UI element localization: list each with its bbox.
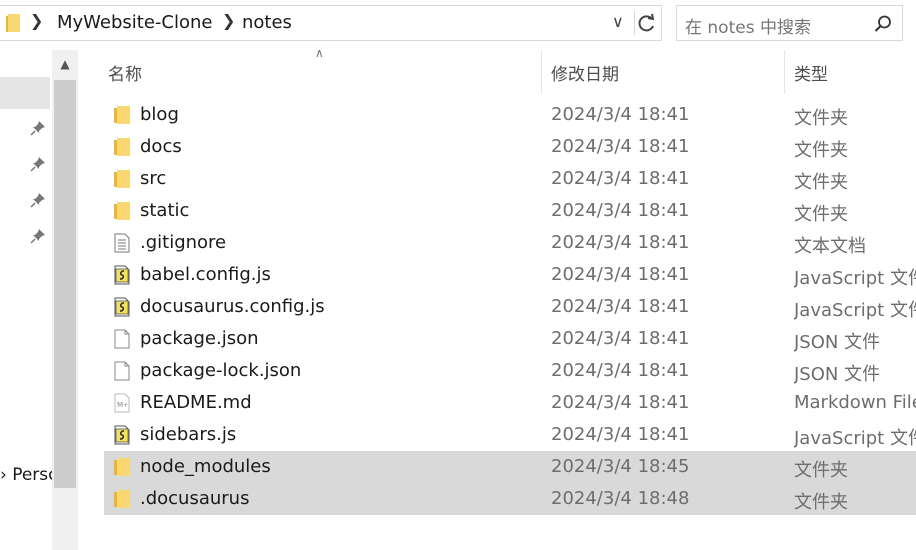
file-date-modified: 2024/3/4 18:41 bbox=[551, 328, 690, 349]
file-type: JavaScript 文件 bbox=[794, 268, 916, 289]
file-name[interactable]: sidebars.js bbox=[140, 424, 236, 445]
column-divider[interactable] bbox=[784, 50, 785, 94]
file-type: Markdown File bbox=[794, 392, 916, 413]
breadcrumb-item-notes[interactable]: notes bbox=[242, 12, 292, 33]
file-type: 文件夹 bbox=[794, 460, 848, 481]
file-name[interactable]: blog bbox=[140, 104, 179, 125]
nav-scrollbar[interactable]: ▲ bbox=[52, 50, 78, 550]
file-type: 文件夹 bbox=[794, 492, 848, 513]
nav-item-label: Persc bbox=[12, 465, 58, 485]
file-type: JavaScript 文件 bbox=[794, 428, 916, 449]
pin-icon[interactable] bbox=[30, 120, 46, 136]
file-row[interactable]: M + README.md 2024/3/4 18:41 Markdown File bbox=[104, 387, 916, 419]
file-row[interactable]: package-lock.json 2024/3/4 18:41 JSON 文件 bbox=[104, 355, 916, 387]
file-date-modified: 2024/3/4 18:41 bbox=[551, 168, 690, 189]
search-icon[interactable] bbox=[874, 15, 892, 33]
column-header-name[interactable]: 名称 bbox=[108, 60, 142, 85]
file-date-modified: 2024/3/4 18:41 bbox=[551, 232, 690, 253]
file-row[interactable]: docs 2024/3/4 18:41 文件夹 bbox=[104, 131, 916, 163]
file-date-modified: 2024/3/4 18:41 bbox=[551, 136, 690, 157]
svg-text:+: + bbox=[123, 402, 128, 409]
file-name[interactable]: .docusaurus bbox=[140, 488, 249, 509]
js-file-icon bbox=[112, 297, 132, 317]
file-row[interactable]: static 2024/3/4 18:41 文件夹 bbox=[104, 195, 916, 227]
nav-item-selected[interactable] bbox=[0, 77, 50, 109]
refresh-icon[interactable] bbox=[634, 11, 659, 35]
file-row[interactable]: node_modules 2024/3/4 18:45 文件夹 bbox=[104, 451, 916, 483]
column-header-row: ∧ 名称 修改日期 类型 bbox=[80, 46, 916, 94]
pin-icon[interactable] bbox=[30, 192, 46, 208]
file-type: 文件夹 bbox=[794, 140, 848, 161]
folder-icon bbox=[112, 105, 132, 125]
js-file-icon bbox=[112, 265, 132, 285]
file-date-modified: 2024/3/4 18:41 bbox=[551, 200, 690, 221]
column-header-type[interactable]: 类型 bbox=[794, 60, 828, 85]
file-name[interactable]: src bbox=[140, 168, 166, 189]
file-type: JSON 文件 bbox=[794, 364, 881, 385]
js-file-icon bbox=[112, 425, 132, 445]
file-date-modified: 2024/3/4 18:41 bbox=[551, 360, 690, 381]
file-type: JavaScript 文件 bbox=[794, 300, 916, 321]
file-type: JSON 文件 bbox=[794, 332, 881, 353]
file-date-modified: 2024/3/4 18:41 bbox=[551, 424, 690, 445]
blank-file-icon bbox=[112, 329, 132, 349]
file-date-modified: 2024/3/4 18:41 bbox=[551, 296, 690, 317]
column-header-date[interactable]: 修改日期 bbox=[551, 60, 619, 85]
breadcrumb-chevron-icon[interactable]: ❯ bbox=[30, 11, 43, 30]
breadcrumb-chevron-icon[interactable]: ❯ bbox=[222, 11, 235, 30]
file-date-modified: 2024/3/4 18:45 bbox=[551, 456, 690, 477]
file-date-modified: 2024/3/4 18:48 bbox=[551, 488, 690, 509]
file-date-modified: 2024/3/4 18:41 bbox=[551, 392, 690, 413]
file-list: blog 2024/3/4 18:41 文件夹 docs 2024/3/4 18:41 文… bbox=[104, 99, 916, 515]
text-file-icon bbox=[112, 233, 132, 253]
file-type: 文件夹 bbox=[794, 108, 848, 129]
file-type: 文件夹 bbox=[794, 204, 848, 225]
folder-icon bbox=[112, 201, 132, 221]
folder-icon bbox=[112, 457, 132, 477]
file-row[interactable]: sidebars.js 2024/3/4 18:41 JavaScript 文件 bbox=[104, 419, 916, 451]
file-name[interactable]: docs bbox=[140, 136, 182, 157]
file-name[interactable]: README.md bbox=[140, 392, 252, 413]
pin-icon[interactable] bbox=[30, 156, 46, 172]
file-row[interactable]: package.json 2024/3/4 18:41 JSON 文件 bbox=[104, 323, 916, 355]
file-row[interactable]: .docusaurus 2024/3/4 18:48 文件夹 bbox=[104, 483, 916, 515]
file-name[interactable]: node_modules bbox=[140, 456, 271, 477]
file-date-modified: 2024/3/4 18:41 bbox=[551, 264, 690, 285]
file-row[interactable]: .gitignore 2024/3/4 18:41 文本文档 bbox=[104, 227, 916, 259]
file-name[interactable]: babel.config.js bbox=[140, 264, 271, 285]
file-name[interactable]: static bbox=[140, 200, 189, 221]
breadcrumb-item-mywebsite-clone[interactable]: MyWebsite-Clone bbox=[57, 12, 213, 33]
file-name[interactable]: package.json bbox=[140, 328, 259, 349]
file-row[interactable]: src 2024/3/4 18:41 文件夹 bbox=[104, 163, 916, 195]
address-bar[interactable]: ❯ MyWebsite-Clone ❯ notes ∨ bbox=[0, 5, 662, 41]
folder-icon bbox=[112, 137, 132, 157]
file-name[interactable]: .gitignore bbox=[140, 232, 226, 253]
pin-icon[interactable] bbox=[30, 228, 46, 244]
sort-ascending-icon: ∧ bbox=[315, 46, 324, 60]
folder-icon bbox=[6, 14, 20, 32]
file-date-modified: 2024/3/4 18:41 bbox=[551, 104, 690, 125]
file-row[interactable]: docusaurus.config.js 2024/3/4 18:41 JavaSc… bbox=[104, 291, 916, 323]
file-row[interactable]: babel.config.js 2024/3/4 18:41 JavaScript … bbox=[104, 259, 916, 291]
blank-file-icon bbox=[112, 361, 132, 381]
navigation-pane: › Persc bbox=[0, 50, 58, 550]
column-divider[interactable] bbox=[541, 50, 542, 94]
file-type: 文本文档 bbox=[794, 236, 866, 257]
markdown-file-icon: M + bbox=[112, 393, 132, 413]
search-input[interactable]: 在 notes 中搜索 bbox=[676, 5, 903, 41]
scroll-up-icon[interactable]: ▲ bbox=[52, 50, 78, 78]
file-row[interactable]: blog 2024/3/4 18:41 文件夹 bbox=[104, 99, 916, 131]
folder-icon bbox=[112, 169, 132, 189]
scrollbar-thumb[interactable] bbox=[54, 80, 76, 488]
nav-item-personal[interactable]: › Persc bbox=[0, 465, 58, 485]
file-name[interactable]: package-lock.json bbox=[140, 360, 301, 381]
file-type: 文件夹 bbox=[794, 172, 848, 193]
folder-icon bbox=[112, 489, 132, 509]
search-placeholder: 在 notes 中搜索 bbox=[685, 18, 811, 38]
file-name[interactable]: docusaurus.config.js bbox=[140, 296, 325, 317]
chevron-down-icon[interactable]: ∨ bbox=[612, 12, 624, 31]
